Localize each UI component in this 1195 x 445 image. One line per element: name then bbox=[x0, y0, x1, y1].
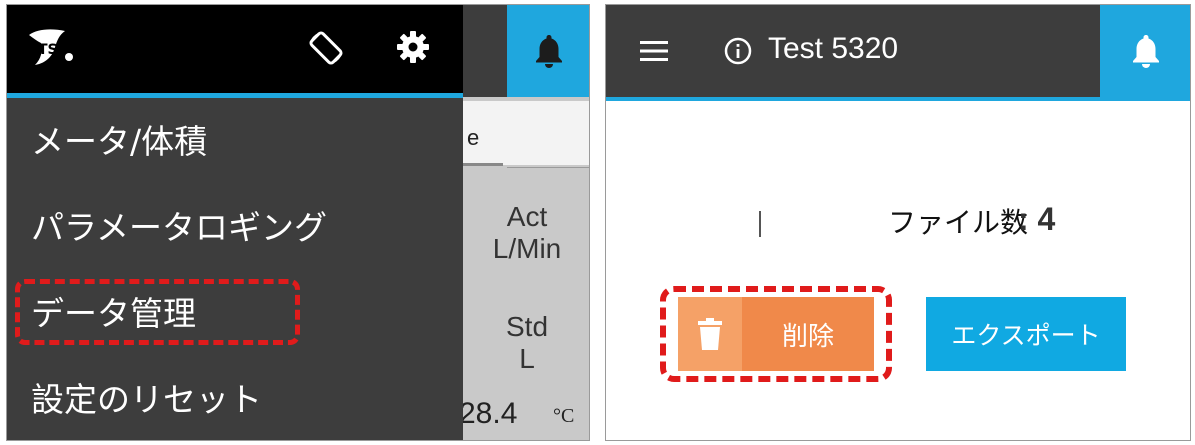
header-std-line2: L bbox=[519, 343, 535, 374]
background-reading-unit: °C bbox=[553, 405, 575, 427]
data-management-highlight-frame bbox=[15, 279, 300, 345]
export-button[interactable]: エクスポート bbox=[926, 297, 1126, 371]
bell-icon bbox=[536, 35, 562, 68]
bell-icon bbox=[1133, 35, 1159, 68]
trash-icon bbox=[698, 318, 722, 350]
notification-button[interactable] bbox=[1100, 5, 1190, 97]
svg-text:TSI: TSI bbox=[38, 42, 63, 58]
background-tab-label: e bbox=[467, 125, 480, 150]
background-reading-value: 28.4 bbox=[459, 397, 518, 430]
drawer-accent-line bbox=[7, 93, 463, 98]
background-tab-bar bbox=[463, 101, 589, 165]
page-title: Test 5320 bbox=[768, 32, 899, 65]
app-bar-accent-line bbox=[606, 97, 1190, 101]
app-bar: Test 5320 bbox=[606, 5, 1100, 97]
notification-button[interactable] bbox=[507, 5, 589, 97]
tsi-logo: TSI bbox=[29, 29, 73, 65]
text-cursor bbox=[759, 211, 761, 237]
header-act-line1: Act bbox=[506, 201, 548, 232]
header-act-line2: L/Min bbox=[492, 233, 562, 264]
file-count-label: ファイル数 bbox=[888, 206, 1029, 239]
info-icon[interactable] bbox=[724, 37, 752, 65]
drawer-header: TSI bbox=[7, 5, 463, 93]
right-screenshot-panel: Test 5320 ファイル数 : 4 削除 エクスポート bbox=[605, 4, 1191, 441]
background-tab-indicator bbox=[463, 163, 503, 166]
delete-button[interactable]: 削除 bbox=[678, 297, 874, 371]
background-column-header-std: Std L bbox=[473, 311, 581, 375]
file-count-value: : 4 bbox=[1018, 201, 1056, 237]
menu-item-meter-volume[interactable]: メータ/体積 bbox=[31, 115, 207, 163]
hamburger-menu-icon[interactable] bbox=[640, 39, 668, 63]
left-screenshot-panel: e Act L/Min Std L 28.4 °C TSI メータ/体積 パラメ… bbox=[6, 4, 590, 441]
delete-label: 削除 bbox=[781, 321, 834, 352]
header-std-line1: Std bbox=[505, 311, 549, 342]
background-app-bar bbox=[463, 5, 507, 97]
screen-rotation-icon[interactable] bbox=[307, 29, 345, 67]
background-column-header-act: Act L/Min bbox=[473, 201, 581, 265]
gear-icon[interactable] bbox=[395, 29, 431, 65]
background-divider bbox=[507, 167, 589, 168]
navigation-drawer: TSI メータ/体積 パラメータロギング データ管理 設定のリセット bbox=[7, 5, 463, 440]
delete-icon-area bbox=[678, 297, 742, 371]
menu-item-reset-settings[interactable]: 設定のリセット bbox=[31, 373, 262, 421]
menu-item-parameter-logging[interactable]: パラメータロギング bbox=[31, 201, 327, 249]
